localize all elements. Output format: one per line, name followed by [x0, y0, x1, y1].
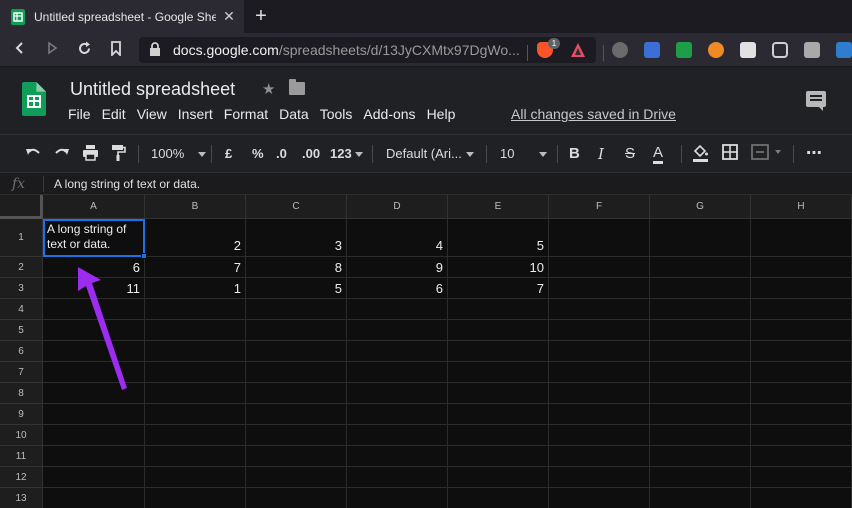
percent-format-button[interactable]: %: [252, 144, 264, 164]
italic-button[interactable]: I: [598, 144, 604, 164]
document-title[interactable]: Untitled spreadsheet: [70, 79, 235, 100]
bookmark-icon[interactable]: [107, 41, 125, 59]
back-icon[interactable]: [11, 41, 29, 59]
undo-icon[interactable]: [24, 144, 42, 164]
fx-icon: fx: [12, 176, 26, 192]
new-tab-icon[interactable]: +: [252, 6, 270, 26]
address-bar-divider: [527, 45, 528, 61]
menu-edit[interactable]: Edit: [102, 106, 126, 126]
extension-copy-icon[interactable]: [804, 42, 820, 58]
folder-icon[interactable]: [289, 79, 305, 95]
menu-insert[interactable]: Insert: [178, 106, 213, 126]
lock-icon: [149, 42, 161, 56]
increase-decimals-button[interactable]: .00: [302, 144, 320, 164]
url-text: docs.google.com/spreadsheets/d/13JyCXMtx…: [173, 42, 520, 58]
toolbar-divider: [372, 145, 373, 163]
save-status-link[interactable]: All changes saved in Drive: [511, 106, 676, 122]
formatting-toolbar: 100% £ % .0 .00 123 Default (Ari... 10 B…: [0, 134, 852, 172]
menu-bar: File Edit View Insert Format Data Tools …: [68, 106, 466, 126]
formula-bar: fx A long string of text or data.: [0, 172, 852, 195]
formula-input[interactable]: A long string of text or data.: [54, 177, 200, 191]
menu-tools[interactable]: Tools: [320, 106, 353, 126]
extension-blue-square-icon[interactable]: [740, 42, 756, 58]
pocket-icon[interactable]: [772, 42, 788, 58]
star-icon[interactable]: ★: [262, 80, 275, 98]
redo-icon[interactable]: [53, 144, 71, 164]
sheets-header: Untitled spreadsheet ★ File Edit View In…: [0, 67, 852, 134]
brave-badge: 1: [548, 38, 560, 49]
menu-file[interactable]: File: [68, 106, 91, 126]
toolbar-divider: [138, 145, 139, 163]
merge-cells-icon[interactable]: [751, 144, 781, 164]
browser-navigation-bar: docs.google.com/spreadsheets/d/13JyCXMtx…: [0, 33, 852, 67]
toolbar-divider: [793, 145, 794, 163]
extension-orange-icon[interactable]: [708, 42, 724, 58]
print-icon[interactable]: [82, 144, 99, 164]
spreadsheet-grid: A B C D E F G H 1 2 3 4 5 6 7 8 9 10 11 …: [0, 195, 852, 508]
browser-tab-strip: Untitled spreadsheet - Google She ✕ +: [0, 0, 852, 33]
menu-format[interactable]: Format: [224, 106, 268, 126]
formula-bar-divider: [43, 176, 44, 192]
fill-color-icon[interactable]: [692, 144, 709, 164]
extension-spy-icon[interactable]: [612, 42, 628, 58]
toolbar-divider: [681, 145, 682, 163]
comments-icon[interactable]: [806, 91, 826, 111]
tab-title: Untitled spreadsheet - Google She: [34, 9, 216, 24]
borders-icon[interactable]: [722, 144, 738, 164]
paint-format-icon[interactable]: [111, 144, 126, 164]
font-size-select[interactable]: 10: [500, 144, 548, 164]
extension-grid-icon[interactable]: [836, 42, 852, 58]
menu-data[interactable]: Data: [279, 106, 309, 126]
toolbar-divider: [211, 145, 212, 163]
currency-format-button[interactable]: £: [225, 144, 232, 164]
reload-icon[interactable]: [75, 41, 93, 59]
decrease-decimals-button[interactable]: .0: [276, 144, 287, 164]
menu-add-ons[interactable]: Add-ons: [363, 106, 415, 126]
toolbar-divider: [557, 145, 558, 163]
more-options-icon[interactable]: ⋯: [806, 144, 822, 164]
menu-help[interactable]: Help: [427, 106, 456, 126]
extension-person-icon[interactable]: [644, 42, 660, 58]
extension-color-icon[interactable]: [676, 42, 692, 58]
forward-icon[interactable]: [43, 41, 61, 59]
strikethrough-button[interactable]: S: [625, 144, 635, 164]
more-formats-select[interactable]: 123: [330, 144, 363, 164]
toolbar-divider: [603, 45, 604, 61]
sheets-favicon-icon: [11, 8, 25, 25]
annotation-arrow: [78, 267, 127, 390]
menu-view[interactable]: View: [137, 106, 167, 126]
brave-rewards-icon[interactable]: [570, 42, 586, 58]
font-family-select[interactable]: Default (Ari...: [386, 144, 474, 164]
close-tab-icon[interactable]: ✕: [222, 9, 236, 23]
bold-button[interactable]: B: [569, 144, 580, 164]
toolbar-divider: [486, 145, 487, 163]
sheets-logo-icon[interactable]: [22, 82, 46, 116]
zoom-select[interactable]: 100%: [151, 144, 207, 164]
browser-tab[interactable]: Untitled spreadsheet - Google She ✕: [0, 0, 244, 33]
text-color-button[interactable]: A: [653, 144, 664, 164]
